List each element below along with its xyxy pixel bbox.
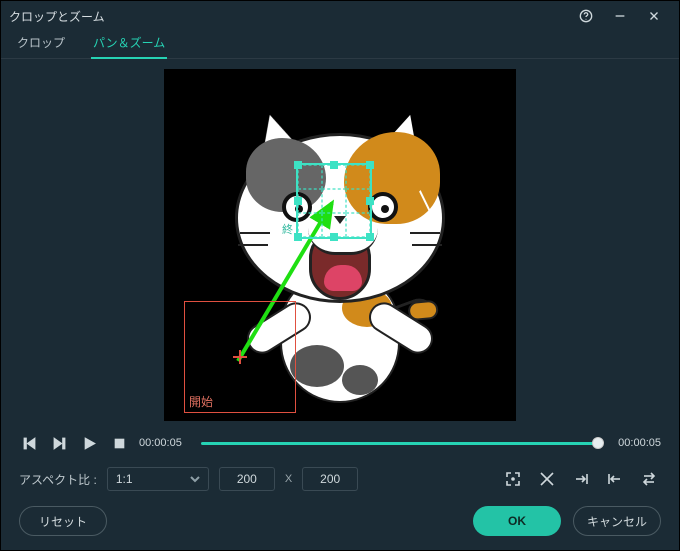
pan-left-right-button[interactable] xyxy=(569,468,593,490)
aspect-ratio-select[interactable]: 1:1 xyxy=(107,467,209,491)
resize-handle[interactable] xyxy=(294,233,302,241)
resize-handle[interactable] xyxy=(294,161,302,169)
resize-handle[interactable] xyxy=(330,233,338,241)
reset-button[interactable]: リセット xyxy=(19,506,107,536)
playback-bar: 00:00:05 00:00:05 xyxy=(1,423,679,453)
timeline-knob[interactable] xyxy=(592,437,604,449)
end-label: 終 xyxy=(282,221,293,237)
timeline-track[interactable] xyxy=(201,434,599,452)
start-rect[interactable]: 開始 xyxy=(184,301,296,413)
resize-handle[interactable] xyxy=(330,161,338,169)
title-bar: クロップとズーム xyxy=(1,1,679,31)
minimize-icon[interactable] xyxy=(603,1,637,31)
stop-button[interactable] xyxy=(109,433,129,453)
resize-handle[interactable] xyxy=(294,197,302,205)
total-time: 00:00:05 xyxy=(609,437,661,449)
tab-crop[interactable]: クロップ xyxy=(15,28,67,58)
chevron-down-icon xyxy=(190,474,200,484)
resize-handle[interactable] xyxy=(366,161,374,169)
preview-canvas[interactable]: ＼ 開始 終 xyxy=(164,69,516,421)
start-label: 開始 xyxy=(189,393,213,410)
pan-right-left-button[interactable] xyxy=(603,468,627,490)
resize-handle[interactable] xyxy=(366,197,374,205)
end-rect[interactable]: 終 xyxy=(296,163,372,239)
preview-area: ＼ 開始 終 xyxy=(1,59,679,423)
aspect-ratio-value: 1:1 xyxy=(116,472,133,486)
aspect-label: アスペクト比 : xyxy=(19,471,97,488)
height-field[interactable]: 200 xyxy=(302,467,358,491)
zoom-in-preset-button[interactable] xyxy=(501,468,525,490)
resize-handle[interactable] xyxy=(366,233,374,241)
swap-start-end-button[interactable] xyxy=(637,468,661,490)
play-button[interactable] xyxy=(79,433,99,453)
aspect-controls: アスペクト比 : 1:1 200 X 200 xyxy=(1,453,679,491)
prev-frame-button[interactable] xyxy=(19,433,39,453)
help-icon[interactable] xyxy=(569,1,603,31)
current-time: 00:00:05 xyxy=(139,437,191,449)
tab-bar: クロップ パン＆ズーム xyxy=(1,31,679,59)
close-icon[interactable] xyxy=(637,1,671,31)
dimension-separator: X xyxy=(285,473,292,485)
cancel-button[interactable]: キャンセル xyxy=(573,506,661,536)
ok-button[interactable]: OK xyxy=(473,506,561,536)
width-field[interactable]: 200 xyxy=(219,467,275,491)
next-frame-button[interactable] xyxy=(49,433,69,453)
window-title: クロップとズーム xyxy=(9,8,569,25)
tab-pan-zoom[interactable]: パン＆ズーム xyxy=(91,28,167,58)
footer: リセット OK キャンセル xyxy=(1,506,679,536)
zoom-out-preset-button[interactable] xyxy=(535,468,559,490)
crosshair-icon xyxy=(233,350,247,364)
